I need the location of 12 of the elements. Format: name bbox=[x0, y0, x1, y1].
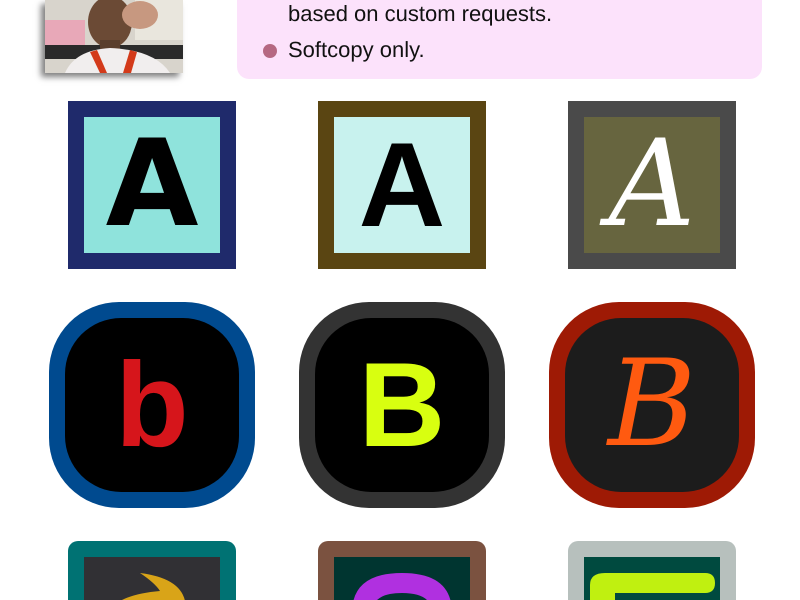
logo-letter: b bbox=[114, 337, 190, 474]
bullet-icon bbox=[263, 44, 277, 58]
logo-letter: A bbox=[358, 117, 446, 253]
note-text: based on custom requests. bbox=[288, 2, 552, 26]
logo-letter: A bbox=[594, 117, 710, 253]
logo-mark-icon bbox=[590, 573, 714, 600]
logo-mark-icon bbox=[120, 573, 184, 600]
logo-letter: B bbox=[358, 337, 446, 474]
note-text: Softcopy only. bbox=[288, 38, 425, 62]
logo-letter: B bbox=[605, 336, 698, 474]
logo-letter: A bbox=[104, 117, 200, 253]
logo-mark-icon bbox=[352, 573, 452, 600]
